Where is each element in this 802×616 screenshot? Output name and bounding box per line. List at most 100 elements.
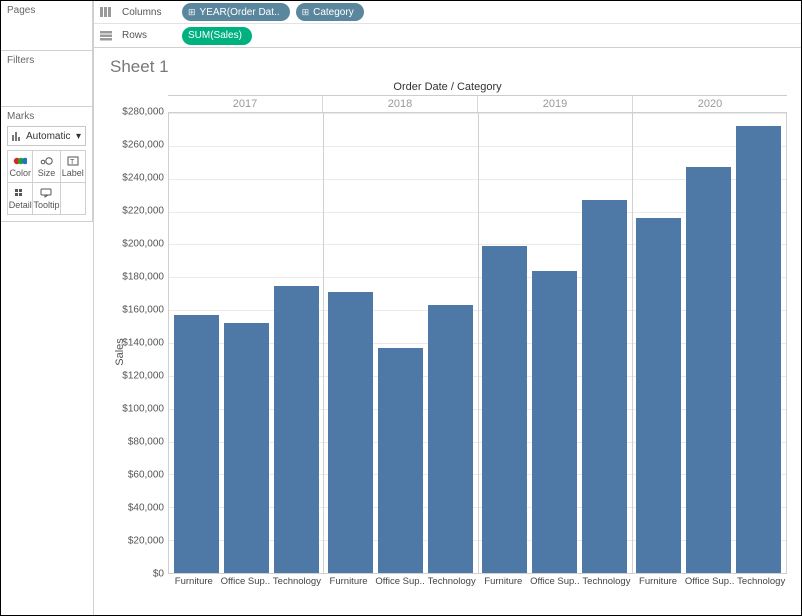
bar[interactable] [482, 246, 527, 573]
x-category-label[interactable]: Office Sup.. [529, 574, 581, 592]
bar[interactable] [582, 200, 627, 573]
y-axis[interactable]: Sales $0$20,000$40,000$60,000$80,000$100… [108, 112, 168, 592]
x-category-label[interactable]: Office Sup.. [220, 574, 272, 592]
bar[interactable] [274, 286, 319, 574]
marks-label-button[interactable]: T Label [61, 151, 87, 183]
y-tick-label: $140,000 [122, 338, 164, 349]
pill-label: SUM(Sales) [188, 30, 242, 41]
marks-size-button[interactable]: Size [33, 151, 60, 183]
bar[interactable] [174, 315, 219, 573]
chart-body: Sales $0$20,000$40,000$60,000$80,000$100… [108, 112, 787, 592]
bar[interactable] [736, 126, 781, 573]
rows-shelf-label: Rows [122, 30, 172, 41]
y-tick-label: $120,000 [122, 371, 164, 382]
rows-icon [100, 31, 112, 41]
pill-category[interactable]: ⊞ Category [296, 3, 364, 21]
x-category-label[interactable]: Technology [735, 574, 787, 592]
x-category-label[interactable]: Furniture [632, 574, 684, 592]
columns-shelf-label: Columns [122, 7, 172, 18]
x-category-label[interactable]: Furniture [168, 574, 220, 592]
x-category-label[interactable]: Furniture [478, 574, 530, 592]
y-tick-label: $80,000 [128, 437, 164, 448]
marks-detail-label: Detail [9, 200, 32, 210]
y-tick-label: $180,000 [122, 272, 164, 283]
y-tick-label: $0 [153, 569, 164, 580]
bar[interactable] [636, 218, 681, 573]
bar[interactable] [428, 305, 473, 573]
rows-shelf[interactable]: Rows SUM(Sales) [94, 24, 801, 47]
y-tick-label: $40,000 [128, 503, 164, 514]
left-sidebar: Pages Filters Marks Automatic ▾ Color [1, 1, 94, 615]
shelves-area: Columns ⊞ YEAR(Order Dat.. ⊞ Category Ro… [94, 1, 801, 48]
sheet-area: Sheet 1 Order Date / Category 2017201820… [94, 47, 801, 615]
bar[interactable] [224, 323, 269, 573]
color-icon [13, 156, 27, 166]
marks-card: Marks Automatic ▾ Color Size [1, 107, 93, 222]
bar-chart-icon [12, 131, 22, 141]
y-tick-label: $160,000 [122, 305, 164, 316]
rows-pills: SUM(Sales) [182, 27, 252, 45]
marks-detail-button[interactable]: Detail [8, 183, 33, 215]
marks-card-label: Marks [7, 111, 34, 122]
marks-tooltip-button[interactable]: Tooltip [33, 183, 60, 215]
x-category-label[interactable]: Office Sup.. [374, 574, 426, 592]
y-tick-label: $280,000 [122, 107, 164, 118]
bar-group [478, 113, 632, 573]
pill-sum-sales[interactable]: SUM(Sales) [182, 27, 252, 45]
sheet-title[interactable]: Sheet 1 [110, 57, 787, 77]
bar[interactable] [532, 271, 577, 573]
x-category-label[interactable]: Office Sup.. [684, 574, 736, 592]
y-tick-label: $260,000 [122, 140, 164, 151]
chart-columns-header: Order Date / Category [108, 81, 787, 93]
year-header[interactable]: 2017 [168, 95, 322, 112]
chevron-down-icon: ▾ [76, 131, 81, 142]
x-category-label[interactable]: Technology [271, 574, 323, 592]
y-tick-label: $200,000 [122, 239, 164, 250]
filters-card-label: Filters [7, 55, 34, 66]
bar-group [323, 113, 477, 573]
y-tick-label: $220,000 [122, 206, 164, 217]
tooltip-icon [40, 188, 52, 198]
pill-label: YEAR(Order Dat.. [200, 7, 280, 18]
year-headers: 2017201820192020 [168, 95, 787, 112]
y-tick-label: $100,000 [122, 404, 164, 415]
bar[interactable] [686, 167, 731, 573]
chart-plot[interactable]: FurnitureOffice Sup..TechnologyFurniture… [168, 112, 787, 592]
columns-shelf[interactable]: Columns ⊞ YEAR(Order Dat.. ⊞ Category [94, 1, 801, 24]
bar-group [169, 113, 323, 573]
x-category-label[interactable]: Furniture [323, 574, 375, 592]
label-icon: T [67, 156, 79, 166]
detail-icon [14, 188, 26, 198]
y-tick-label: $20,000 [128, 536, 164, 547]
year-header[interactable]: 2018 [322, 95, 477, 112]
filters-card[interactable]: Filters [1, 51, 93, 107]
marks-grid: Color Size T Label Detail [7, 150, 86, 215]
x-axis-categories: FurnitureOffice Sup..TechnologyFurniture… [168, 574, 787, 592]
marks-type-label: Automatic [26, 131, 70, 142]
y-tick-label: $60,000 [128, 470, 164, 481]
marks-tooltip-label: Tooltip [33, 200, 59, 210]
bar[interactable] [378, 348, 423, 573]
columns-pills: ⊞ YEAR(Order Dat.. ⊞ Category [182, 3, 364, 21]
x-category-label[interactable]: Technology [426, 574, 478, 592]
pill-year-order-date[interactable]: ⊞ YEAR(Order Dat.. [182, 3, 290, 21]
marks-empty-cell [61, 183, 87, 215]
pill-label: Category [313, 7, 354, 18]
bar[interactable] [328, 292, 373, 573]
bar-group [632, 113, 786, 573]
x-category-label[interactable]: Technology [581, 574, 633, 592]
plus-icon: ⊞ [188, 7, 196, 18]
pages-card[interactable]: Pages [1, 1, 93, 51]
size-icon [39, 156, 53, 166]
pages-card-label: Pages [7, 5, 35, 16]
marks-color-button[interactable]: Color [8, 151, 33, 183]
marks-type-select[interactable]: Automatic ▾ [7, 126, 86, 146]
marks-color-label: Color [9, 168, 31, 178]
y-tick-label: $240,000 [122, 173, 164, 184]
marks-size-label: Size [38, 168, 56, 178]
year-header[interactable]: 2020 [632, 95, 787, 112]
marks-label-label: Label [62, 168, 84, 178]
year-header[interactable]: 2019 [477, 95, 632, 112]
columns-icon [100, 7, 112, 17]
svg-text:T: T [70, 159, 75, 166]
